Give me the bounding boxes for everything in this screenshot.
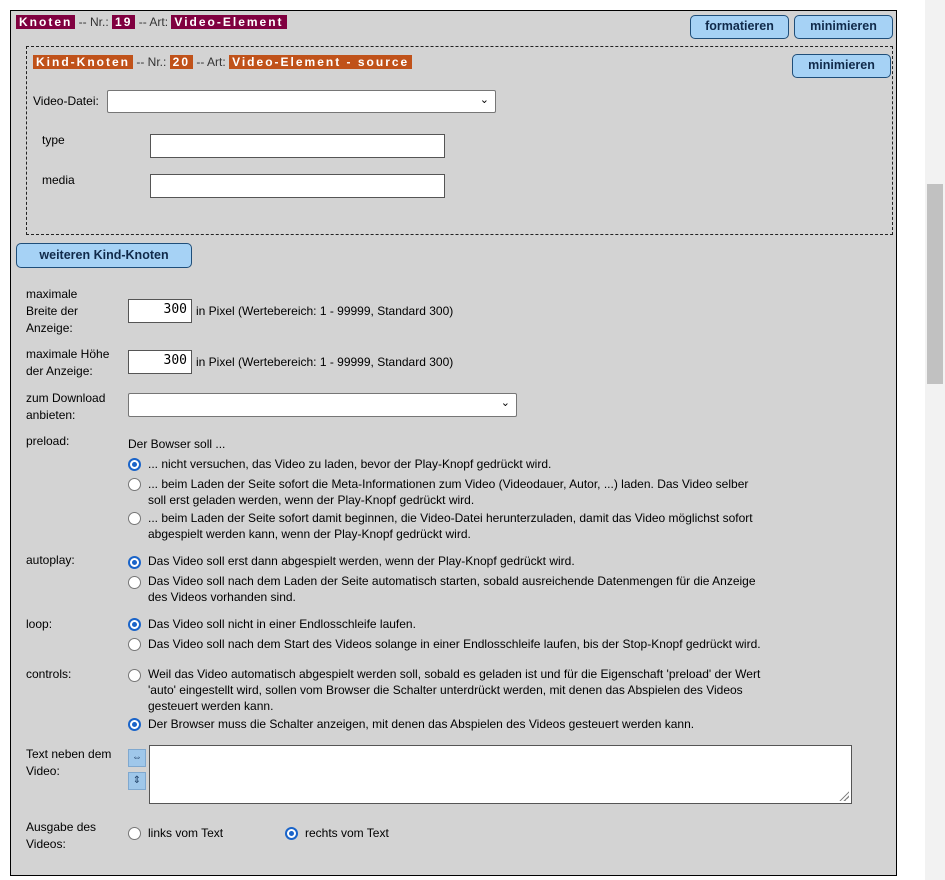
- node-art: Video-Element: [171, 15, 287, 29]
- controls-label: controls:: [26, 667, 72, 681]
- autoplay-option-off: Das Video soll erst dann abgespielt werd…: [148, 554, 575, 568]
- download-label-line: zum Download: [26, 391, 106, 405]
- max-width-label: maximale Breite der Anzeige:: [26, 286, 78, 337]
- output-label-line: Videos:: [26, 837, 66, 851]
- option-line: soll erst geladen werden, wenn der Play-…: [148, 493, 475, 507]
- preload-label: preload:: [26, 434, 70, 448]
- child-nr-separator: -- Nr.:: [136, 55, 167, 69]
- node-label: Knoten: [16, 15, 76, 29]
- option-line: gesteuert werden kann.: [148, 699, 274, 713]
- max-height-hint: in Pixel (Wertebereich: 1 - 99999, Stand…: [196, 355, 454, 369]
- loop-option-off: Das Video soll nicht in einer Endlosschl…: [148, 617, 416, 631]
- max-width-label-line: maximale: [26, 287, 78, 301]
- node-nr: 19: [112, 15, 136, 29]
- side-text-label: Text neben dem Video:: [26, 746, 111, 780]
- option-line: abgespielt werden kann, wenn der Play-Kn…: [148, 527, 471, 541]
- autoplay-radio-on[interactable]: [128, 576, 141, 589]
- option-line: 'auto' eingestellt wird, sollen vom Brow…: [148, 683, 743, 697]
- child-node-label: Kind-Knoten: [33, 55, 133, 69]
- output-label-line: Ausgabe des: [26, 820, 97, 834]
- media-label: media: [42, 173, 75, 187]
- option-line: ... beim Laden der Seite sofort damit be…: [148, 511, 753, 525]
- side-text-label-line: Text neben dem: [26, 747, 112, 761]
- format-button[interactable]: formatieren: [690, 15, 789, 39]
- max-width-label-line: Breite der: [26, 304, 79, 318]
- chevron-down-icon: ⌄: [479, 94, 489, 106]
- side-text-label-line: Video:: [26, 764, 60, 778]
- node-art-separator: -- Art:: [138, 15, 169, 29]
- download-label-line: anbieten:: [26, 408, 76, 422]
- child-nr: 20: [169, 55, 194, 69]
- preload-radio-none[interactable]: [128, 458, 141, 471]
- download-select[interactable]: ⌄: [128, 393, 517, 417]
- max-width-hint: in Pixel (Wertebereich: 1 - 99999, Stand…: [196, 304, 454, 318]
- preload-radio-metadata[interactable]: [128, 478, 141, 491]
- option-line: Weil das Video automatisch abgespielt we…: [148, 667, 761, 681]
- max-height-label: maximale Höhe der Anzeige:: [26, 346, 109, 380]
- node-nr-separator: -- Nr.:: [78, 15, 109, 29]
- controls-radio-hide[interactable]: [128, 669, 141, 682]
- max-height-label-line: der Anzeige:: [26, 364, 93, 378]
- preload-option-none: ... nicht versuchen, das Video zu laden,…: [148, 457, 552, 471]
- minimize-child-button[interactable]: minimieren: [792, 54, 891, 78]
- child-art: Video-Element - source: [229, 55, 413, 69]
- node-header: Knoten -- Nr.: 19 -- Art: Video-Element: [16, 15, 287, 29]
- video-file-select[interactable]: ⌄: [107, 90, 496, 113]
- loop-radio-on[interactable]: [128, 638, 141, 651]
- preload-intro: Der Bowser soll ...: [128, 437, 226, 451]
- child-node-header: Kind-Knoten -- Nr.: 20 -- Art: Video-Ele…: [33, 55, 413, 69]
- add-child-node-button[interactable]: weiteren Kind-Knoten: [16, 243, 192, 268]
- option-line: Das Video soll nach dem Laden der Seite …: [148, 574, 756, 588]
- loop-radio-off[interactable]: [128, 618, 141, 631]
- max-height-input[interactable]: 300: [128, 350, 192, 374]
- option-line: ... beim Laden der Seite sofort die Meta…: [148, 477, 749, 491]
- side-text-textarea[interactable]: [149, 745, 852, 804]
- minimize-node-button[interactable]: minimieren: [794, 15, 893, 39]
- loop-option-on: Das Video soll nach dem Start des Videos…: [148, 637, 761, 651]
- child-art-separator: -- Art:: [196, 55, 226, 69]
- output-option-left: links vom Text: [148, 826, 224, 840]
- output-option-right: rechts vom Text: [305, 826, 389, 840]
- preload-radio-auto[interactable]: [128, 512, 141, 525]
- autoplay-label: autoplay:: [26, 553, 75, 567]
- output-radio-left[interactable]: [128, 827, 141, 840]
- option-line: des Videos vorhanden sind.: [148, 590, 296, 604]
- max-height-label-line: maximale Höhe: [26, 347, 110, 361]
- output-label: Ausgabe des Videos:: [26, 819, 96, 853]
- type-input[interactable]: [150, 134, 445, 158]
- expand-vertical-icon[interactable]: ⇕: [128, 772, 146, 790]
- controls-option-show: Der Browser muss die Schalter anzeigen, …: [148, 717, 695, 731]
- type-label: type: [42, 133, 65, 147]
- max-width-input[interactable]: 300: [128, 299, 192, 323]
- page-scrollbar[interactable]: [925, 0, 945, 880]
- chevron-down-icon: ⌄: [500, 397, 510, 409]
- scrollbar-thumb[interactable]: [927, 184, 943, 384]
- controls-option-hide: Weil das Video automatisch abgespielt we…: [148, 666, 760, 714]
- preload-option-metadata: ... beim Laden der Seite sofort die Meta…: [148, 476, 748, 508]
- preload-option-auto: ... beim Laden der Seite sofort damit be…: [148, 510, 753, 542]
- controls-radio-show[interactable]: [128, 718, 141, 731]
- download-label: zum Download anbieten:: [26, 390, 105, 424]
- loop-label: loop:: [26, 617, 53, 631]
- media-input[interactable]: [150, 174, 445, 198]
- autoplay-option-on: Das Video soll nach dem Laden der Seite …: [148, 573, 756, 605]
- output-radio-right[interactable]: [285, 827, 298, 840]
- max-width-label-line: Anzeige:: [26, 321, 73, 335]
- video-file-label: Video-Datei:: [33, 94, 99, 108]
- autoplay-radio-off[interactable]: [128, 556, 141, 569]
- resize-handle-icon[interactable]: [839, 791, 849, 801]
- expand-horizontal-icon[interactable]: ⇔: [128, 749, 146, 767]
